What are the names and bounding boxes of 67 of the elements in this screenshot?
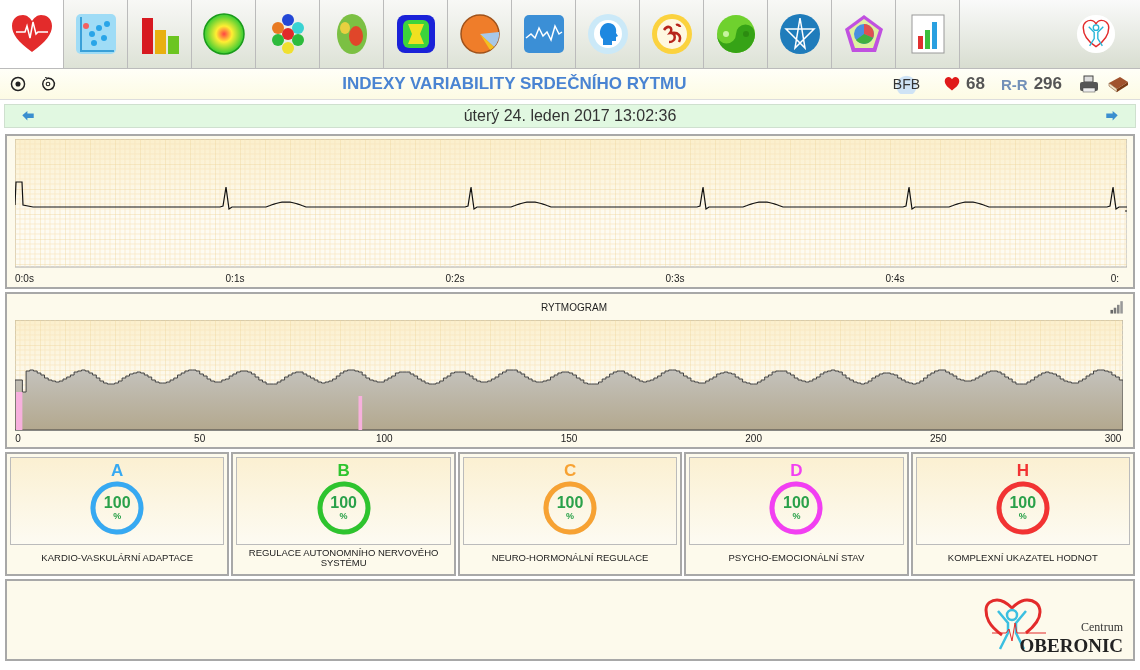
toolbar-tab[interactable] <box>384 0 448 68</box>
axis-tick-label: 0: <box>1110 273 1119 284</box>
page-title: INDEXY VARIABILITY SRDEČNÍHO RYTMU <box>341 74 688 94</box>
toolbar-tab[interactable] <box>0 0 64 68</box>
gauge-label: REGULACE AUTONOMNÍHO NERVOVÉHO SYSTÉMU <box>247 546 440 570</box>
gauge-unit: % <box>792 511 801 521</box>
toolbar-tab[interactable] <box>576 0 640 68</box>
next-arrow-icon[interactable] <box>1103 109 1121 123</box>
head-profile-icon <box>585 12 630 56</box>
gauge-value: 100 <box>556 495 584 511</box>
axis-tick-label: 0:4s <box>885 273 905 284</box>
toolbar-tab[interactable] <box>320 0 384 68</box>
toolbar-tab[interactable] <box>448 0 512 68</box>
gauge-label: NEURO-HORMONÁLNÍ REGULACE <box>490 551 650 565</box>
toolbar-tab[interactable] <box>768 0 832 68</box>
previous-arrow-icon[interactable] <box>19 109 37 123</box>
gauge-value: 100 <box>330 495 357 511</box>
gauge-label: PSYCHO-EMOCIONÁLNÍ STAV <box>727 551 866 565</box>
axis-tick-label: 0:1s <box>225 273 245 284</box>
gauge-letter: D <box>790 462 803 480</box>
logo-subtitle: Centrum <box>1081 620 1123 635</box>
gauge-unit: % <box>339 511 348 521</box>
toolbar-tab[interactable] <box>640 0 704 68</box>
chart-title: RYTMOGRAM <box>541 301 607 313</box>
gauge-unit: % <box>1018 511 1027 521</box>
rr-interval-value: 296 <box>1033 74 1062 94</box>
axis-tick-label: 150 <box>560 433 578 444</box>
line-graph-icon <box>521 12 566 56</box>
rr-label: R-R <box>1000 75 1028 93</box>
pie-chart-icon <box>457 12 502 56</box>
gauge-unit: % <box>113 511 122 521</box>
axis-tick-label: 0 <box>15 433 21 444</box>
axis-tick-label: 100 <box>376 433 393 444</box>
logo-name: OBERONIC <box>1019 635 1123 657</box>
refresh-icon[interactable] <box>40 76 56 92</box>
signal-bars-icon[interactable] <box>1109 299 1125 315</box>
heart-figure-logo-icon[interactable] <box>1076 14 1116 54</box>
printer-icon[interactable] <box>1078 73 1100 95</box>
toolbar-tab[interactable] <box>128 0 192 68</box>
gauge-letter: A <box>111 462 124 480</box>
toolbar-tab[interactable] <box>256 0 320 68</box>
axis-tick-label: 0:0s <box>15 273 34 284</box>
sun-emblem-icon <box>649 12 694 56</box>
gauge-label: KOMPLEXNÍ UKAZATEL HODNOT <box>946 551 1099 565</box>
gauge-value: 100 <box>783 495 810 511</box>
gauge-value: 100 <box>103 495 131 511</box>
toolbar-tab[interactable] <box>832 0 896 68</box>
scatter-plot-icon <box>73 12 118 56</box>
axis-tick-label: 0:3s <box>665 273 685 284</box>
axis-tick-label: 250 <box>930 433 947 444</box>
artifact-marker <box>16 392 23 430</box>
axis-tick-label: 0:2s <box>445 273 465 284</box>
gauge-value: 100 <box>1009 495 1037 511</box>
artifact-marker <box>358 396 363 430</box>
sphere-icon <box>201 12 246 56</box>
axis-tick-label: 300 <box>1104 433 1122 444</box>
gauge-unit: % <box>566 511 574 521</box>
heart-icon <box>944 76 961 92</box>
date-time-label: úterý 24. leden 2017 13:02:36 <box>463 107 677 125</box>
gauge-letter: H <box>1016 462 1029 480</box>
axis-tick-label: 200 <box>745 433 762 444</box>
gauge-letter: C <box>563 462 577 480</box>
heart-rate-value: 68 <box>966 74 985 94</box>
gauge-label: KARDIO-VASKULÁRNÍ ADAPTACE <box>40 551 195 565</box>
axis-tick-label: 50 <box>194 433 206 444</box>
record-button-icon[interactable] <box>10 76 26 92</box>
gauge-letter: B <box>337 462 350 480</box>
